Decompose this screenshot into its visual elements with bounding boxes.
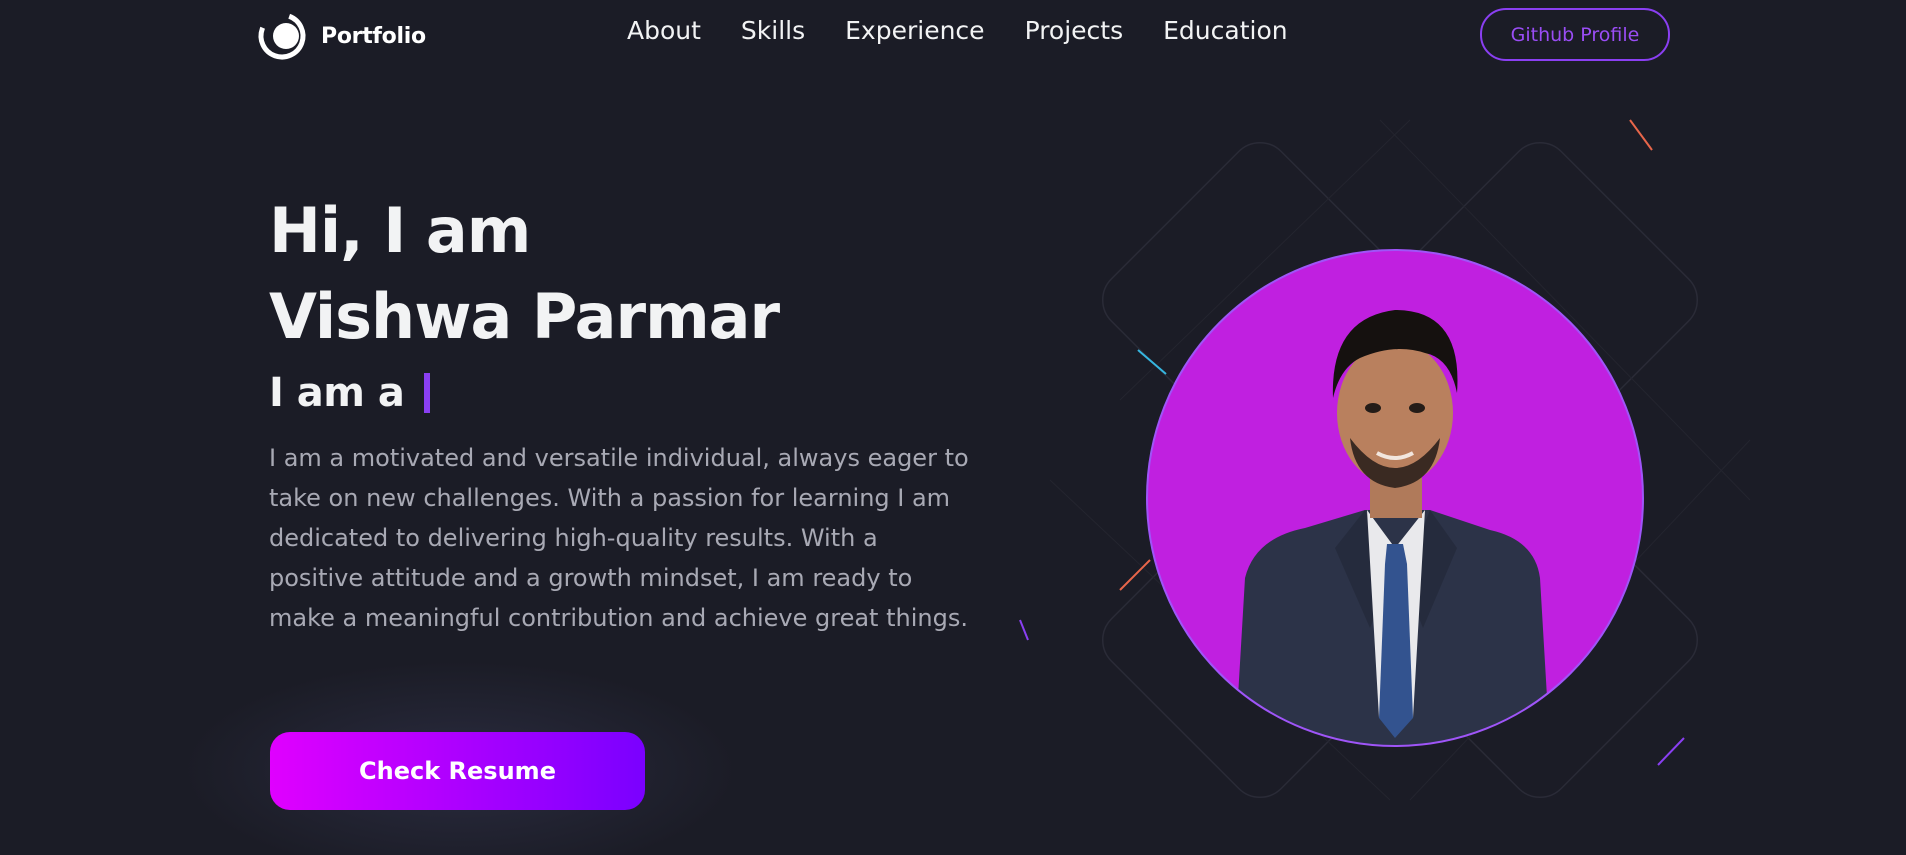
role-prefix: I am a [269,370,405,416]
nav-link-experience[interactable]: Experience [845,16,984,45]
nav-link-skills[interactable]: Skills [741,16,805,45]
hero-bio: I am a motivated and versatile individua… [269,444,969,632]
nav-link-projects[interactable]: Projects [1025,16,1124,45]
streak-purple-bottom [1657,737,1685,766]
portfolio-page: Portfolio About Skills Experience Projec… [0,0,1906,855]
brand-name: Portfolio [321,23,426,49]
check-resume-button[interactable]: Check Resume [270,732,645,810]
navbar: Portfolio About Skills Experience Projec… [0,0,1906,70]
portfolio-logo-icon [258,12,306,60]
nav-links: About Skills Experience Projects Educati… [627,16,1288,45]
profile-photo [1146,249,1644,747]
streak-purple-left [1019,619,1029,641]
streak-orange-top [1629,119,1653,151]
github-profile-button[interactable]: Github Profile [1480,8,1670,61]
brand[interactable]: Portfolio [255,9,426,63]
hero-name: Vishwa Parmar [269,280,780,353]
role-typewriter: I am a [269,370,431,416]
typing-cursor [424,373,431,413]
nav-link-education[interactable]: Education [1163,16,1287,45]
hero-greeting: Hi, I am [269,194,531,267]
hero-title: Hi, I am Vishwa Parmar [269,188,889,360]
nav-link-about[interactable]: About [627,16,701,45]
